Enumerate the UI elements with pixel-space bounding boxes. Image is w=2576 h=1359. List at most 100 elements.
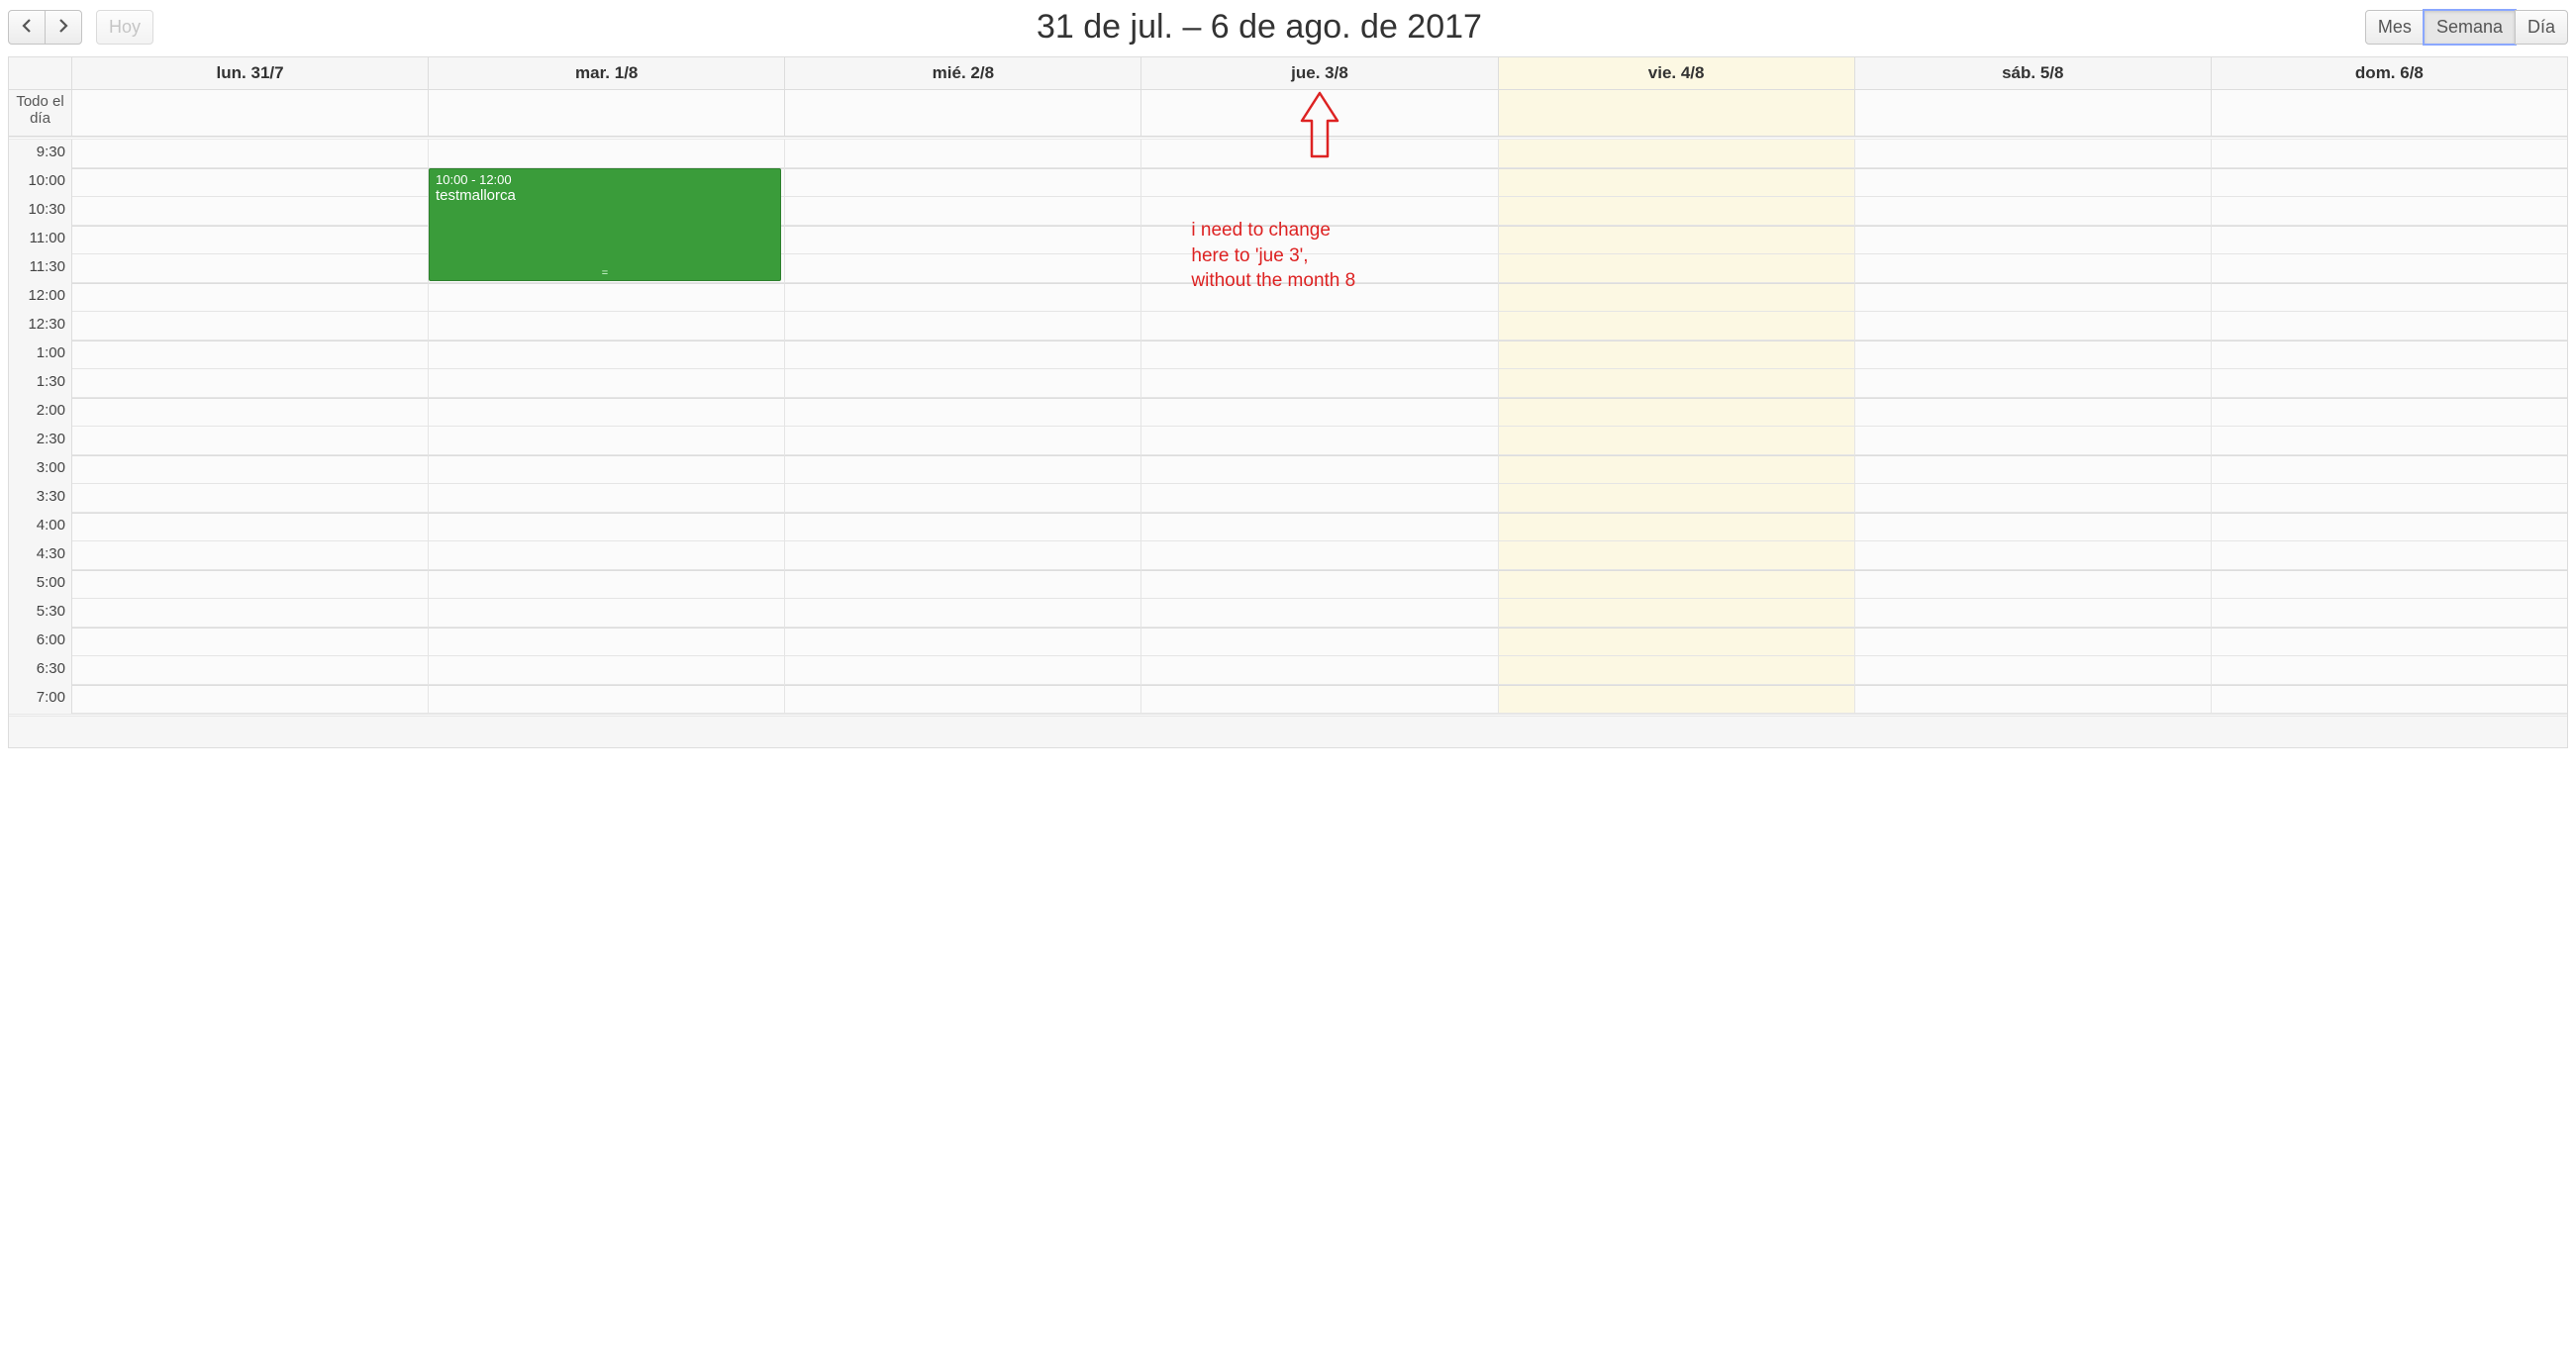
time-cell[interactable] xyxy=(1141,628,1498,656)
time-cell[interactable] xyxy=(785,168,1141,197)
time-cell[interactable] xyxy=(785,312,1141,340)
time-cell[interactable] xyxy=(2212,656,2567,685)
time-cell[interactable] xyxy=(785,656,1141,685)
time-cell[interactable] xyxy=(72,168,429,197)
time-cell[interactable] xyxy=(72,340,429,369)
time-cell[interactable] xyxy=(1141,398,1498,427)
allday-cell[interactable] xyxy=(2212,90,2567,136)
time-cell[interactable] xyxy=(1141,513,1498,541)
time-cell[interactable] xyxy=(2212,685,2567,714)
time-cell[interactable] xyxy=(1499,254,1855,283)
time-cell[interactable] xyxy=(1855,427,2212,455)
time-cell[interactable] xyxy=(1499,283,1855,312)
time-cell[interactable] xyxy=(1499,685,1855,714)
time-cell[interactable] xyxy=(72,312,429,340)
time-cell[interactable] xyxy=(429,340,785,369)
time-cell[interactable] xyxy=(429,312,785,340)
time-cell[interactable] xyxy=(2212,398,2567,427)
time-cell[interactable] xyxy=(785,541,1141,570)
time-cell[interactable] xyxy=(2212,513,2567,541)
time-cell[interactable] xyxy=(429,140,785,168)
time-cell[interactable] xyxy=(785,197,1141,226)
time-cell[interactable] xyxy=(1855,226,2212,254)
time-cell[interactable] xyxy=(1499,599,1855,628)
time-cell[interactable] xyxy=(1141,226,1498,254)
time-cell[interactable] xyxy=(1499,398,1855,427)
time-cell[interactable] xyxy=(785,427,1141,455)
time-cell[interactable] xyxy=(72,398,429,427)
allday-cell[interactable] xyxy=(429,90,785,136)
time-cell[interactable] xyxy=(2212,369,2567,398)
view-month-button[interactable]: Mes xyxy=(2365,10,2425,46)
calendar-event[interactable]: 10:00 - 12:00testmallorca= xyxy=(429,168,781,281)
time-cell[interactable] xyxy=(2212,140,2567,168)
time-cell[interactable] xyxy=(1499,226,1855,254)
today-button[interactable]: Hoy xyxy=(96,10,153,46)
time-cell[interactable] xyxy=(1855,369,2212,398)
time-cell[interactable] xyxy=(1855,599,2212,628)
time-cell[interactable] xyxy=(1855,398,2212,427)
time-cell[interactable] xyxy=(2212,283,2567,312)
time-cell[interactable] xyxy=(1141,369,1498,398)
time-cell[interactable] xyxy=(785,340,1141,369)
time-cell[interactable] xyxy=(1855,628,2212,656)
time-cell[interactable] xyxy=(1499,513,1855,541)
time-cell[interactable] xyxy=(2212,340,2567,369)
time-cell[interactable] xyxy=(72,484,429,513)
time-cell[interactable] xyxy=(785,599,1141,628)
time-cell[interactable] xyxy=(2212,226,2567,254)
time-cell[interactable] xyxy=(785,513,1141,541)
time-cell[interactable] xyxy=(72,226,429,254)
view-week-button[interactable]: Semana xyxy=(2424,10,2516,46)
time-cell[interactable] xyxy=(429,455,785,484)
allday-cell[interactable] xyxy=(785,90,1141,136)
time-cell[interactable] xyxy=(785,685,1141,714)
time-cell[interactable] xyxy=(785,570,1141,599)
time-cell[interactable] xyxy=(1855,168,2212,197)
time-cell[interactable] xyxy=(72,427,429,455)
time-cell[interactable] xyxy=(1141,340,1498,369)
time-cell[interactable] xyxy=(1141,685,1498,714)
time-cell[interactable] xyxy=(1499,484,1855,513)
time-cell[interactable] xyxy=(1141,541,1498,570)
time-cell[interactable] xyxy=(1855,140,2212,168)
time-cell[interactable] xyxy=(72,541,429,570)
time-cell[interactable] xyxy=(1141,570,1498,599)
time-cell[interactable] xyxy=(1499,312,1855,340)
prev-button[interactable] xyxy=(8,10,46,46)
time-cell[interactable] xyxy=(2212,312,2567,340)
time-cell[interactable] xyxy=(1141,197,1498,226)
time-cell[interactable] xyxy=(72,455,429,484)
time-cell[interactable] xyxy=(785,283,1141,312)
time-cell[interactable] xyxy=(429,484,785,513)
time-cell[interactable] xyxy=(1855,570,2212,599)
day-header[interactable]: jue. 3/8 xyxy=(1141,57,1498,89)
time-cell[interactable] xyxy=(2212,197,2567,226)
time-cell[interactable] xyxy=(785,226,1141,254)
time-cell[interactable] xyxy=(72,599,429,628)
time-cell[interactable] xyxy=(72,197,429,226)
time-cell[interactable] xyxy=(1499,140,1855,168)
time-cell[interactable] xyxy=(1499,369,1855,398)
allday-cell[interactable] xyxy=(72,90,429,136)
time-cell[interactable] xyxy=(72,628,429,656)
time-cell[interactable] xyxy=(1499,340,1855,369)
time-cell[interactable] xyxy=(72,570,429,599)
time-cell[interactable] xyxy=(1855,455,2212,484)
time-cell[interactable] xyxy=(2212,484,2567,513)
day-header[interactable]: lun. 31/7 xyxy=(72,57,429,89)
time-cell[interactable] xyxy=(2212,541,2567,570)
time-cell[interactable] xyxy=(2212,427,2567,455)
time-cell[interactable] xyxy=(1141,283,1498,312)
allday-cell[interactable] xyxy=(1855,90,2212,136)
time-cell[interactable] xyxy=(1141,254,1498,283)
time-cell[interactable] xyxy=(1141,656,1498,685)
day-header[interactable]: dom. 6/8 xyxy=(2212,57,2567,89)
time-cell[interactable] xyxy=(2212,455,2567,484)
time-cell[interactable] xyxy=(72,254,429,283)
time-cell[interactable] xyxy=(72,140,429,168)
time-cell[interactable] xyxy=(429,628,785,656)
next-button[interactable] xyxy=(45,10,82,46)
allday-cell[interactable] xyxy=(1141,90,1498,136)
day-header[interactable]: mar. 1/8 xyxy=(429,57,785,89)
